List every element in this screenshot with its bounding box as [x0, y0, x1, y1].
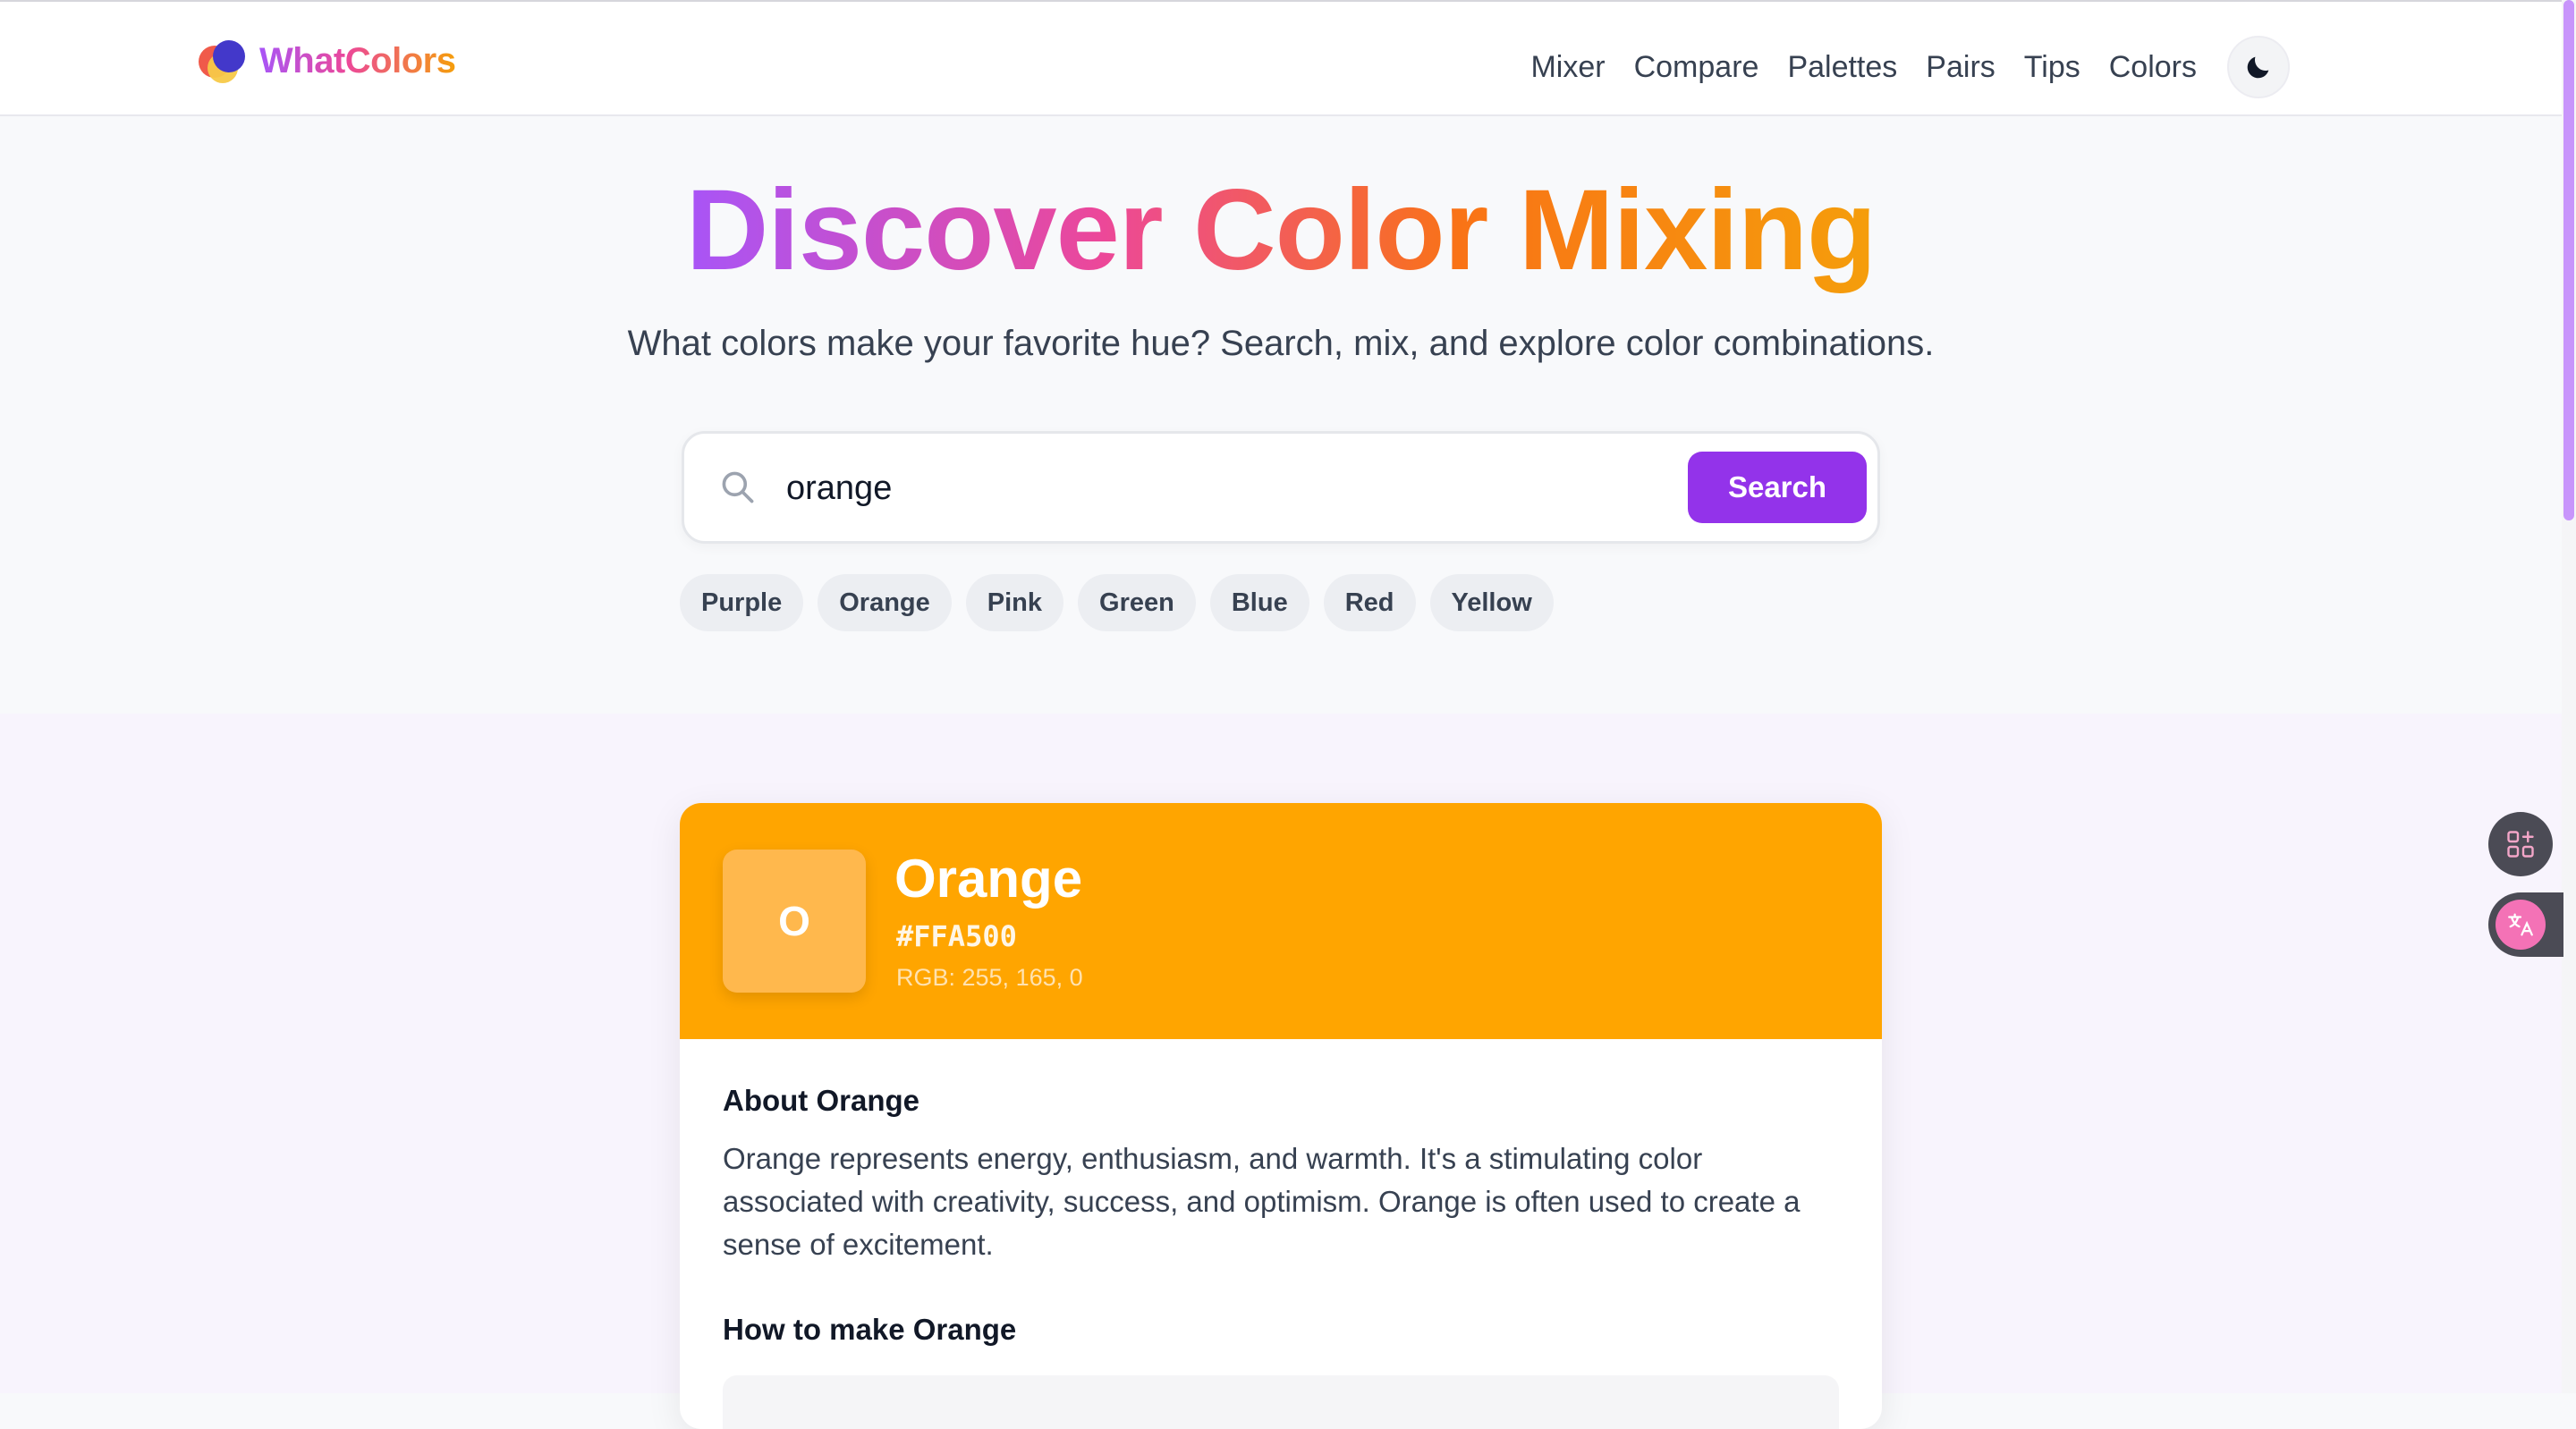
- nav-colors[interactable]: Colors: [2109, 43, 2197, 91]
- apps-button[interactable]: [2488, 812, 2553, 876]
- translate-icon: [2508, 913, 2533, 936]
- top-nav-bar: WhatColors Mixer Compare Palettes Pairs …: [0, 0, 2562, 116]
- logo-text: WhatColors: [259, 40, 456, 80]
- search-icon: [722, 471, 754, 503]
- scrollbar-thumb[interactable]: [2563, 0, 2574, 520]
- chip-orange[interactable]: Orange: [818, 574, 952, 631]
- color-name: Orange: [894, 849, 1083, 909]
- color-result-card: O Orange #FFA500 RGB: 255, 165, 0 About …: [680, 803, 1882, 1429]
- nav-tips[interactable]: Tips: [2024, 43, 2080, 91]
- translate-button[interactable]: [2488, 892, 2563, 957]
- nav-pairs[interactable]: Pairs: [1926, 43, 1995, 91]
- search-box: Search: [682, 431, 1880, 544]
- chip-blue[interactable]: Blue: [1209, 574, 1309, 631]
- hero-subtitle: What colors make your favorite hue? Sear…: [627, 324, 1935, 363]
- hero-title: Discover Color Mixing: [0, 168, 2562, 293]
- about-text: Orange represents energy, enthusiasm, an…: [723, 1142, 1801, 1261]
- color-rgb[interactable]: RGB: 255, 165, 0: [896, 964, 1083, 992]
- color-chips: Purple Orange Pink Green Blue Red Yellow: [680, 574, 1568, 631]
- nav-palettes[interactable]: Palettes: [1787, 43, 1897, 91]
- search-input[interactable]: [784, 459, 1468, 518]
- howto-panel: [723, 1375, 1839, 1429]
- scrollbar[interactable]: [2562, 0, 2576, 1393]
- chip-green[interactable]: Green: [1078, 574, 1196, 631]
- chip-purple[interactable]: Purple: [680, 574, 804, 631]
- apps-icon: [2507, 831, 2534, 858]
- chip-pink[interactable]: Pink: [965, 574, 1064, 631]
- chip-red[interactable]: Red: [1323, 574, 1416, 631]
- logo-icon: [195, 35, 247, 87]
- nav-mixer[interactable]: Mixer: [1530, 43, 1605, 91]
- color-card-header: O Orange #FFA500 RGB: 255, 165, 0: [680, 803, 1882, 1039]
- logo[interactable]: WhatColors: [195, 34, 456, 88]
- search-button[interactable]: Search: [1688, 452, 1867, 523]
- color-swatch: O: [723, 850, 866, 993]
- nav-compare[interactable]: Compare: [1634, 43, 1759, 91]
- color-hex[interactable]: #FFA500: [896, 919, 1017, 953]
- main-nav: Mixer Compare Palettes Pairs Tips Colors: [1502, 36, 2290, 98]
- moon-icon: [2247, 56, 2269, 79]
- chip-yellow[interactable]: Yellow: [1429, 574, 1554, 631]
- hero-title-text: Discover Color Mixing: [685, 166, 1877, 294]
- howto-title: How to make Orange: [723, 1313, 1017, 1346]
- about-title: About Orange: [723, 1084, 919, 1117]
- theme-toggle-button[interactable]: [2227, 36, 2290, 98]
